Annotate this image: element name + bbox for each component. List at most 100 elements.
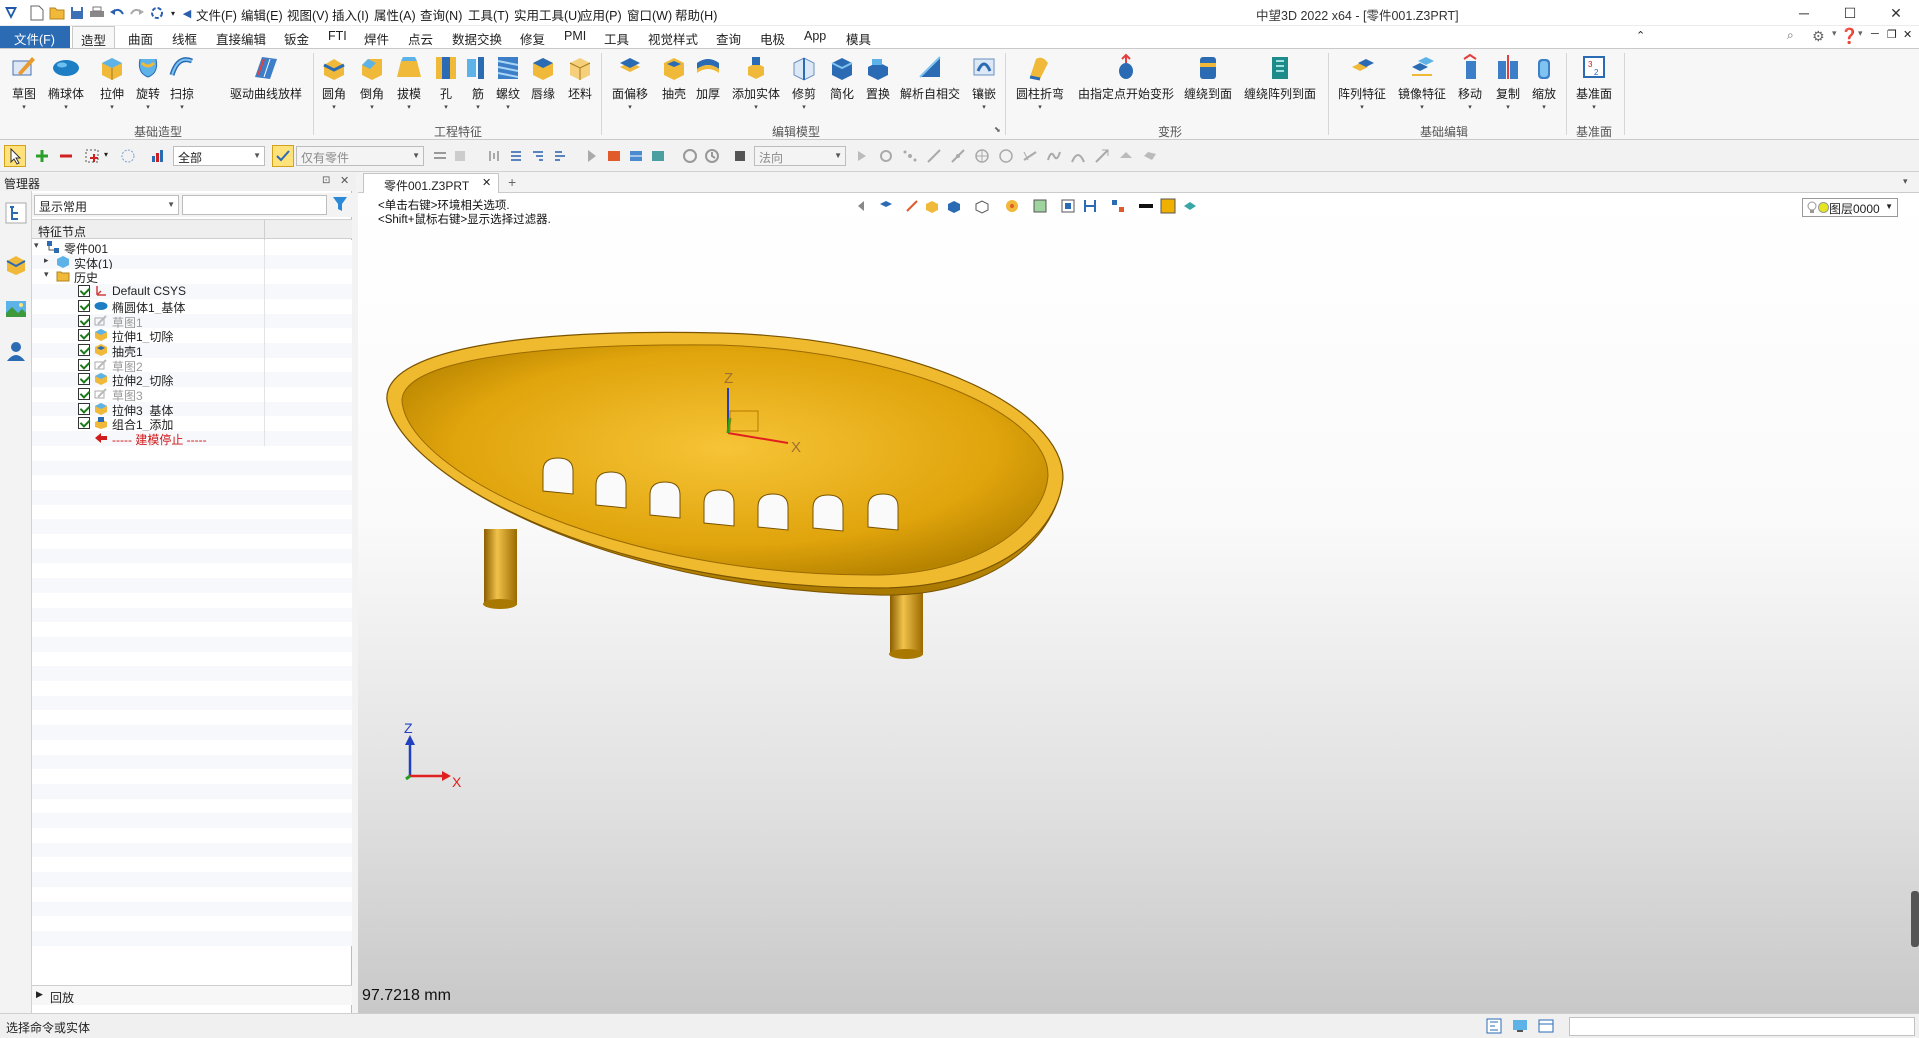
new-icon[interactable] xyxy=(28,4,46,22)
snap-4-icon[interactable] xyxy=(926,148,942,164)
view-tool-6-icon[interactable] xyxy=(606,148,622,164)
face-offset-button[interactable]: 面偏移 ▾ xyxy=(612,53,648,111)
snap-1-icon[interactable] xyxy=(854,148,870,164)
tree-node[interactable]: 抽壳1 xyxy=(32,342,352,361)
tree-search-input[interactable] xyxy=(182,195,327,215)
pin-icon[interactable]: ⊡ xyxy=(322,175,330,186)
doc-tab-part001[interactable]: 零件001.Z3PRT ✕ xyxy=(363,173,499,193)
tab-mold[interactable]: 模具 xyxy=(838,26,879,48)
tab-wireframe[interactable]: 线框 xyxy=(164,26,205,48)
scale-button[interactable]: 缩放 ▾ xyxy=(1530,53,1558,111)
tab-fti[interactable]: FTI xyxy=(320,26,355,48)
tab-list-icon[interactable]: ▾ xyxy=(1903,176,1908,187)
tree-node[interactable]: ----- 建模停止 ----- xyxy=(32,431,352,450)
app-logo-icon[interactable] xyxy=(2,4,20,22)
status-mode-2-icon[interactable] xyxy=(1512,1018,1528,1037)
tree-node[interactable]: 拉伸2_切除 xyxy=(32,372,352,391)
close-panel-icon[interactable]: ✕ xyxy=(340,174,349,187)
history-tool-icon[interactable] xyxy=(682,148,698,164)
drive-curve-loft-button[interactable]: 驱动曲线放样 xyxy=(230,53,302,102)
tab-repair[interactable]: 修复 xyxy=(512,26,553,48)
add-solid-button[interactable]: 添加实体 ▾ xyxy=(732,53,780,111)
user-manager-tab-icon[interactable] xyxy=(4,339,28,363)
tree-node[interactable]: 拉伸3_基体 xyxy=(32,401,352,420)
viewport-side-handle[interactable] xyxy=(1911,891,1919,947)
doc-close-icon[interactable]: ✕ xyxy=(1903,28,1912,41)
help-dropdown-icon[interactable]: ▾ xyxy=(1858,28,1863,39)
snap-6-icon[interactable] xyxy=(974,148,990,164)
model-soap-dish[interactable]: X Z Z X xyxy=(358,193,1919,1013)
menu-apps[interactable]: 应用(P) xyxy=(580,5,622,24)
view-tool-3-icon[interactable] xyxy=(530,148,546,164)
snap-9-icon[interactable] xyxy=(1046,148,1062,164)
snap-12-icon[interactable] xyxy=(1118,148,1134,164)
menu-attribute[interactable]: 属性(A) xyxy=(374,5,416,24)
tab-direct-edit[interactable]: 直接编辑 xyxy=(208,26,274,48)
menu-help[interactable]: 帮助(H) xyxy=(675,5,717,24)
menu-utilities[interactable]: 实用工具(U) xyxy=(514,5,581,24)
visibility-checkbox[interactable] xyxy=(78,299,90,312)
maximize-icon[interactable]: ☐ xyxy=(1827,0,1873,26)
filter-icon[interactable] xyxy=(150,148,166,164)
sketch-button[interactable]: 草图 ▾ xyxy=(10,53,38,111)
move-button[interactable]: 移动 ▾ xyxy=(1456,53,1484,111)
fillet-button[interactable]: 圆角 ▾ xyxy=(320,53,348,111)
history-tool-2-icon[interactable] xyxy=(704,148,720,164)
sweep-button[interactable]: 扫掠 ▾ xyxy=(168,53,196,111)
remove-icon[interactable] xyxy=(58,148,74,164)
trim-button[interactable]: 修剪 ▾ xyxy=(790,53,818,111)
tab-query[interactable]: 查询 xyxy=(708,26,749,48)
tab-file[interactable]: 文件(F) xyxy=(0,26,70,48)
tree-expander-icon[interactable]: ▾ xyxy=(44,269,49,280)
tab-app[interactable]: App xyxy=(796,26,834,48)
collapse-ribbon-icon[interactable]: ⌃ xyxy=(1636,29,1645,42)
redo-icon[interactable] xyxy=(128,4,146,22)
menu-query[interactable]: 查询(N) xyxy=(420,5,462,24)
tree-node[interactable]: ▾ 零件001 xyxy=(32,240,352,258)
visibility-checkbox[interactable] xyxy=(78,402,90,415)
tab-surface[interactable]: 曲面 xyxy=(120,26,161,48)
tab-pointcloud[interactable]: 点云 xyxy=(400,26,441,48)
display-filter-select[interactable]: 显示常用 ▼ xyxy=(34,195,179,215)
view-tool-8-icon[interactable] xyxy=(650,148,666,164)
visibility-checkbox[interactable] xyxy=(78,358,90,371)
simplify-button[interactable]: 简化 xyxy=(828,53,856,102)
minimize-icon[interactable]: ─ xyxy=(1781,0,1827,26)
visibility-checkbox[interactable] xyxy=(78,388,90,400)
part-filter-icon[interactable] xyxy=(272,145,294,167)
status-mode-1-icon[interactable] xyxy=(1486,1018,1502,1037)
save-icon[interactable] xyxy=(68,4,86,22)
snap-2-icon[interactable] xyxy=(878,148,894,164)
wrap-pattern-to-face-button[interactable]: 缠绕阵列到面 xyxy=(1244,53,1316,102)
visibility-checkbox[interactable] xyxy=(78,329,90,342)
chamfer-button[interactable]: 倒角 ▾ xyxy=(358,53,386,111)
tab-tools[interactable]: 工具 xyxy=(596,26,637,48)
stop-icon[interactable] xyxy=(732,148,748,164)
snap-5-icon[interactable] xyxy=(950,148,966,164)
rib-button[interactable]: 筋 ▾ xyxy=(464,53,492,111)
ellipsoid-button[interactable]: 椭球体 ▾ xyxy=(48,53,84,111)
tab-weldment[interactable]: 焊件 xyxy=(356,26,397,48)
view-tool-4-icon[interactable] xyxy=(552,148,568,164)
tab-modeling[interactable]: 造型 xyxy=(72,26,116,48)
tab-data-exchange[interactable]: 数据交换 xyxy=(444,26,510,48)
replay-bar[interactable]: ▶ 回放 xyxy=(32,985,352,1005)
doc-minimize-icon[interactable]: ─ xyxy=(1871,28,1879,40)
snap-11-icon[interactable] xyxy=(1094,148,1110,164)
search-icon[interactable]: ⌕ xyxy=(1787,28,1794,43)
tree-expander-icon[interactable]: ▾ xyxy=(34,240,39,251)
visibility-checkbox[interactable] xyxy=(78,417,90,430)
snap-13-icon[interactable] xyxy=(1142,148,1158,164)
datum-plane-button[interactable]: 32 基准面 ▾ xyxy=(1576,53,1612,111)
view-tool-7-icon[interactable] xyxy=(628,148,644,164)
filter-tool-1-icon[interactable] xyxy=(432,148,448,164)
snap-10-icon[interactable] xyxy=(1070,148,1086,164)
mirror-feature-button[interactable]: 镜像特征 ▾ xyxy=(1398,53,1446,111)
tree-node[interactable]: 组合1_添加 xyxy=(32,416,352,435)
add-icon[interactable] xyxy=(34,148,50,164)
cylinder-bend-button[interactable]: 圆柱折弯 ▾ xyxy=(1016,53,1064,111)
hole-button[interactable]: 孔 ▾ xyxy=(432,53,460,111)
thread-button[interactable]: 螺纹 ▾ xyxy=(494,53,522,111)
status-mode-3-icon[interactable] xyxy=(1538,1018,1554,1037)
shell-button[interactable]: 抽壳 xyxy=(660,53,688,102)
